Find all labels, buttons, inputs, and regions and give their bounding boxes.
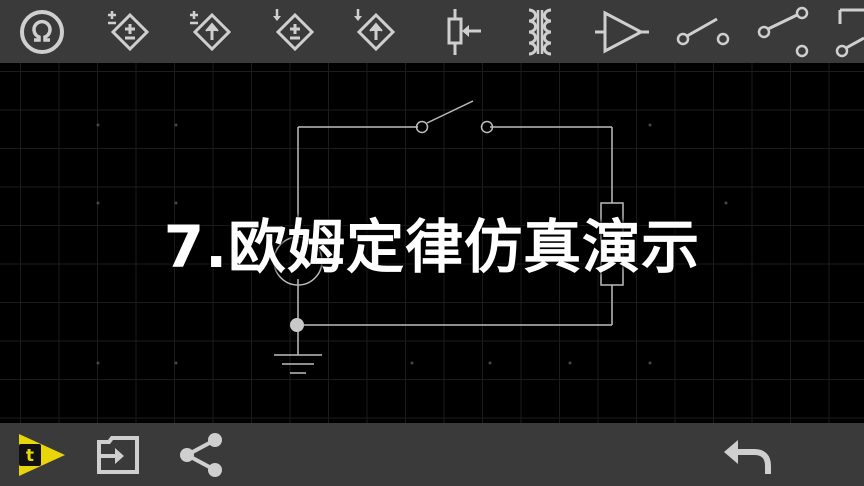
import-button[interactable] [88,423,148,486]
text-tool-icon: t [19,433,65,476]
op-amp-icon [595,10,649,53]
import-icon [97,435,139,474]
resistor-component [600,202,624,286]
switch-spst-button[interactable] [673,0,733,63]
ground-symbol [274,354,322,374]
svg-text:t: t [26,446,34,466]
potentiometer-button[interactable] [432,0,492,63]
share-button[interactable] [172,423,232,486]
transformer-button[interactable] [510,0,570,63]
share-icon [180,432,222,477]
more-components-icon [835,8,864,57]
op-amp-button[interactable] [592,0,652,63]
text-tool-button[interactable]: t [10,423,70,486]
undo-button[interactable] [716,423,776,486]
voltage-source-button[interactable] [100,0,160,63]
undo-icon [724,439,771,474]
circuit-diagram [96,100,728,374]
current-source-button[interactable] [265,0,325,63]
voltage-source-component [273,236,323,286]
wires [297,126,613,355]
voltage-source-arrow-button[interactable] [182,0,242,63]
more-components-button[interactable] [826,0,864,63]
ohmmeter-button[interactable] [12,0,72,63]
current-source-arrow-button[interactable] [346,0,406,63]
transformer-icon [528,8,552,55]
switch-spdt-icon [757,6,809,57]
voltage-source-arrow-icon [190,10,232,51]
ground-node [290,318,304,332]
switch-component [415,100,494,134]
voltage-source-icon [108,10,150,51]
current-source-icon [273,8,315,51]
grid-dots [96,123,728,365]
current-source-arrow-icon [354,8,396,51]
switch-spst-icon [676,17,730,45]
action-toolbar: t [0,423,864,486]
circuit-canvas[interactable] [0,63,864,423]
component-toolbar [0,0,864,63]
ohmmeter-icon [20,9,64,54]
potentiometer-icon [447,8,481,55]
switch-spdt-button[interactable] [754,0,814,63]
